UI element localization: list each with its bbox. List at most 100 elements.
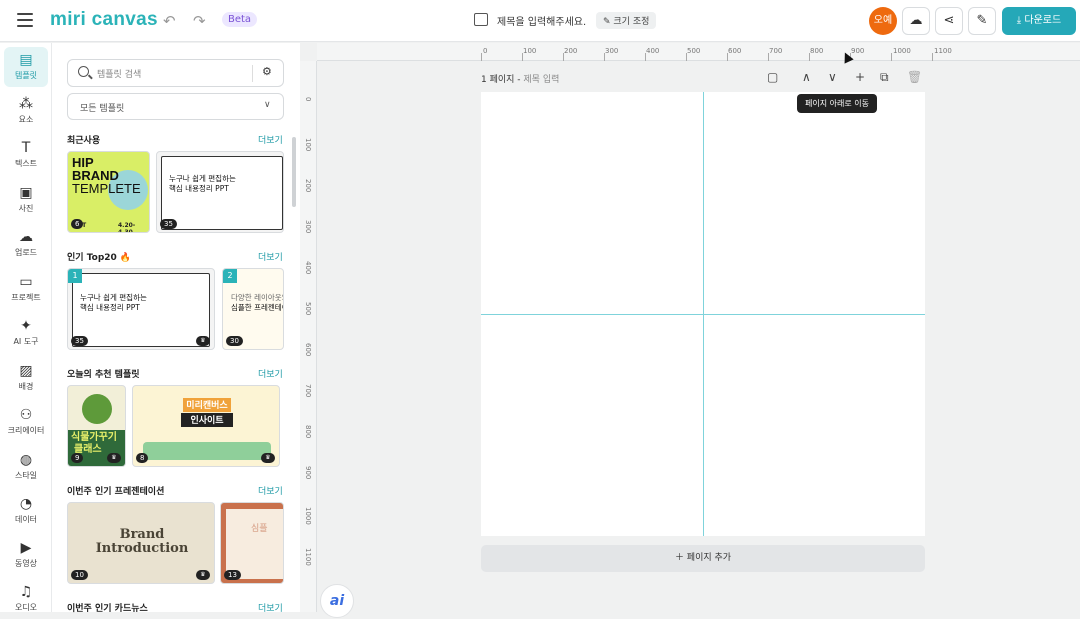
add-page-button[interactable]: ＋ 페이지 추가 (481, 545, 925, 572)
upload-icon: ☁ (19, 229, 33, 245)
template-panel: 템플릿 검색 ⚙ 모든 템플릿 ∨ 최근사용 더보기 HIP BRAND TEM… (52, 43, 300, 614)
more-link[interactable]: 더보기 (258, 250, 283, 263)
template-thumb-insight[interactable]: 미리캔버스 인사이트 8 ♛ (132, 385, 280, 467)
nav-video[interactable]: ▶ 동영상 (0, 535, 52, 575)
thumb-text: 다양한 레이아웃의 (231, 293, 284, 302)
move-down-icon[interactable]: ∨ (828, 70, 837, 84)
template-thumb-top1[interactable]: 1 누구나 쉽게 편집하는 핵심 내용정리 PPT 35 ♛ (67, 268, 215, 350)
more-link[interactable]: 더보기 (258, 484, 283, 497)
page-count-badge: 30 (226, 336, 243, 346)
nav-creators[interactable]: ⚇ 크리에이터 (0, 402, 52, 442)
nav-upload[interactable]: ☁ 업로드 (0, 224, 52, 264)
ruler-label: 300 (605, 47, 619, 55)
thumb-text: 누구나 쉽게 편집하는 (169, 174, 236, 183)
nav-label: 배경 (18, 382, 34, 391)
undo-icon[interactable]: ↶ (163, 12, 176, 30)
nav-label: 오디오 (14, 603, 38, 612)
folder-icon[interactable] (474, 13, 488, 26)
ruler-label: 500 (304, 302, 312, 316)
play-icon: ▶ (20, 540, 32, 556)
ruler-label: 400 (646, 47, 660, 55)
section-title-recommended: 오늘의 추천 템플릿 (67, 370, 140, 380)
duplicate-icon[interactable]: ⧉ (880, 70, 889, 85)
text-icon: T (21, 140, 31, 156)
nav-label: 요소 (18, 115, 34, 124)
thumb-text: TEMPLETE (72, 181, 141, 196)
thumb-text: 핵심 내용정리 PPT (80, 303, 140, 312)
nav-label: 데이터 (14, 515, 38, 524)
ruler-tick (522, 53, 523, 61)
menu-icon[interactable] (17, 13, 33, 27)
nav-label: 동영상 (14, 559, 38, 568)
more-link[interactable]: 더보기 (258, 367, 283, 380)
nav-background[interactable]: ▨ 배경 (0, 358, 52, 398)
nav-photos[interactable]: ▣ 사진 (0, 180, 52, 220)
resize-button[interactable]: ✎ 크기 조정 (596, 12, 657, 29)
template-icon: ▤ (19, 52, 33, 68)
nav-projects[interactable]: ▭ 프로젝트 (0, 269, 52, 309)
cloud-save-icon[interactable]: ☁ (902, 7, 930, 35)
thumb-text: 심플한 프레젠테이션 (231, 303, 283, 312)
template-thumb-hip-brand[interactable]: HIP BRAND TEMPLETE ENT 4.20-4.30 6 (67, 151, 150, 233)
category-select[interactable]: 모든 템플릿 ∨ (67, 93, 284, 120)
nav-style[interactable]: ◍ 스타일 (0, 447, 52, 487)
ruler-label: 0 (483, 47, 488, 55)
download-button[interactable]: ⤓ 다운로드 (1002, 7, 1076, 35)
chevron-down-icon: ∨ (264, 100, 271, 110)
template-thumb-top2[interactable]: 2 다양한 레이아웃의 심플한 프레젠테이션 30 (222, 268, 284, 350)
nav-elements[interactable]: ⁂ 요소 (0, 91, 52, 131)
more-link[interactable]: 더보기 (258, 133, 283, 146)
crown-icon: ♛ (261, 453, 275, 463)
edit-icon[interactable]: ✎ (968, 7, 996, 35)
thumb-shape (143, 442, 271, 460)
search-bar[interactable]: 템플릿 검색 ⚙ (67, 59, 284, 87)
ruler-label: 400 (304, 261, 312, 275)
ruler-label: 900 (304, 466, 312, 480)
page-count-badge: 35 (160, 219, 177, 229)
center-guide-horizontal (481, 314, 925, 315)
section-title-top20: 인기 Top20 🔥 (67, 253, 132, 263)
template-thumb-brand-intro[interactable]: Brand Introduction 10 ♛ (67, 502, 215, 584)
nav-ai-tools[interactable]: ✦ AI 도구 (0, 313, 52, 353)
nav-label: 크리에이터 (7, 426, 45, 435)
nav-templates[interactable]: ▤ 템플릿 (4, 47, 48, 87)
filter-icon[interactable]: ⚙ (262, 65, 272, 78)
memo-icon[interactable]: ▢ (767, 70, 778, 84)
crown-icon: ♛ (196, 570, 210, 580)
template-thumb-ppt[interactable]: 누구나 쉽게 편집하는 핵심 내용정리 PPT 35 (156, 151, 284, 233)
ruler-tick (727, 53, 728, 61)
nav-label: 사진 (18, 204, 34, 213)
trash-icon[interactable]: 🗑 (907, 70, 922, 84)
ruler-label: 0 (304, 97, 312, 102)
redo-icon[interactable]: ↷ (193, 12, 206, 30)
move-up-icon[interactable]: ∧ (802, 70, 811, 84)
share-icon[interactable]: ⋖ (935, 7, 963, 35)
nav-text[interactable]: T 텍스트 (0, 135, 52, 175)
page-label: 1 페이지 - 제목 입력 (481, 72, 559, 85)
ruler-tick (563, 53, 564, 61)
project-icon: ▭ (19, 274, 33, 290)
more-link[interactable]: 더보기 (258, 601, 283, 614)
logo[interactable]: miri canvas (50, 9, 158, 31)
avatar[interactable]: 오예 (869, 7, 897, 35)
ruler-tick (686, 53, 687, 61)
ruler-label: 800 (304, 425, 312, 439)
search-input[interactable]: 템플릿 검색 (97, 67, 141, 80)
document-title-input[interactable]: 제목을 입력해주세요. (497, 13, 586, 28)
nav-data[interactable]: ◔ 데이터 (0, 491, 52, 531)
nav-label: AI 도구 (13, 337, 39, 346)
section-title-recent: 최근사용 (67, 136, 101, 146)
ruler-label: 100 (304, 138, 312, 152)
sparkle-icon: ✦ (20, 318, 32, 334)
crown-icon: ♛ (107, 453, 121, 463)
page-title-input[interactable]: 제목 입력 (523, 75, 559, 85)
nav-label: 스타일 (14, 471, 38, 480)
nav-audio[interactable]: ♫ 오디오 (0, 579, 52, 619)
add-icon[interactable]: + (855, 70, 865, 84)
photo-icon: ▣ (19, 185, 33, 201)
nav-label: 프로젝트 (11, 293, 41, 302)
ai-assistant-button[interactable]: ai (320, 584, 354, 618)
panel-scrollbar[interactable] (292, 137, 296, 207)
template-thumb-red[interactable]: 심플 13 (220, 502, 284, 584)
template-thumb-plant[interactable]: 식물가꾸기 클래스 9 ♛ (67, 385, 126, 467)
